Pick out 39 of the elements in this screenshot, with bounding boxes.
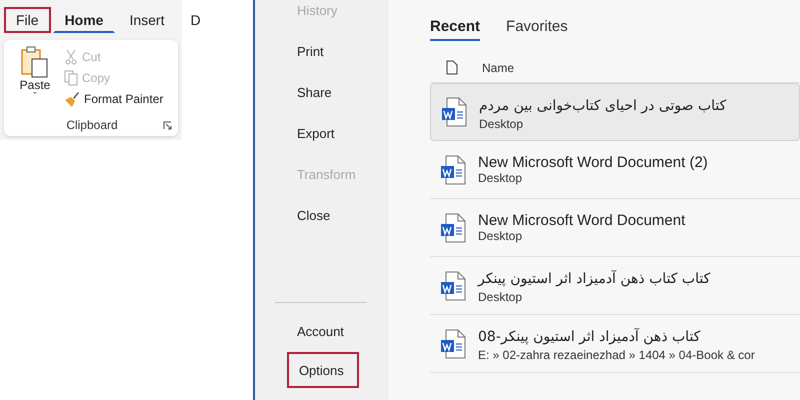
clipboard-icon [21,46,49,78]
column-header: Name [482,60,514,74]
menu-item[interactable]: Account [274,311,367,352]
ribbon-tab[interactable]: Home [52,7,116,33]
file-location: Desktop [478,290,524,304]
paste-button[interactable]: Paste ˇ [12,46,58,118]
menu-item[interactable]: Options [286,352,359,388]
menu-item[interactable]: Export [274,113,367,154]
menu-item[interactable]: Share [274,72,367,113]
recent-file-row[interactable]: New Microsoft Word Document Desktop [430,199,800,257]
file-name: New Microsoft Word Document [478,212,686,229]
menu-item[interactable]: Print [274,31,367,72]
file-location: Desktop [478,229,524,243]
paintbrush-icon [64,90,80,106]
word-document-icon [441,97,467,127]
ribbon-command[interactable]: Format Painter [64,90,164,107]
scissors-icon [64,48,78,64]
menu-item[interactable]: Close [274,195,367,236]
group-label: Clipboard [66,118,118,132]
file-location: E: » 02-zahra rezaeinezhad » 1404 » 04-Book & cor [478,348,756,362]
copy-icon [64,70,78,86]
ribbon-tab[interactable]: D [178,7,213,33]
view-tab[interactable]: Recent [430,18,480,41]
word-document-icon [440,270,466,300]
dialog-launcher-icon[interactable] [163,121,172,130]
ribbon-tab[interactable]: File [4,7,51,33]
ribbon-tab[interactable]: Insert [117,7,176,33]
file-icon [446,60,458,75]
word-document-icon [440,212,466,242]
file-name: کتاب ذهن آدمیزاد اثر استیون پینکر-08 [478,327,702,347]
file-location: Desktop [479,116,524,130]
file-name: New Microsoft Word Document (2) [478,154,709,171]
file-name: کتاب کتاب ذهن آدمیزاد اثر استیون پینکر [478,269,712,289]
file-name: کتاب صوتی در احیای کتاب‌خوانی بین مردم [479,96,728,116]
word-document-icon [440,328,466,358]
file-location: Desktop [478,171,524,185]
view-tab[interactable]: Favorites [506,18,568,41]
word-document-icon [440,154,466,184]
recent-file-row[interactable]: New Microsoft Word Document (2) Desktop [430,141,800,199]
